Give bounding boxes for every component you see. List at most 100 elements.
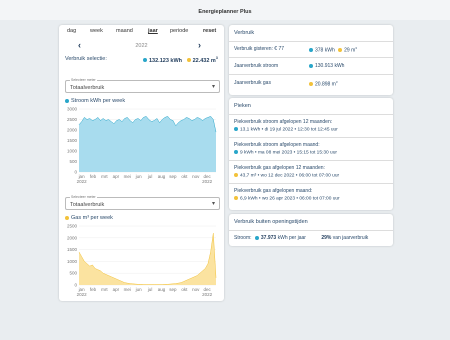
app-header: Energieplanner Plus — [0, 0, 450, 20]
gas-chart: 05001000150020002500jan2022feb mrt apr mei j… — [67, 224, 217, 297]
buiten-percent: 29% — [321, 235, 332, 241]
tab-periode[interactable]: periode — [170, 28, 188, 34]
y-tick-label: 3000 — [67, 107, 78, 112]
y-tick-label: 1500 — [67, 138, 78, 143]
buiten-percent-label: van jaarverbruik — [332, 235, 369, 241]
x-tick-label: jul — [147, 287, 153, 292]
period-tabs: dag week maand jaar periode reset — [59, 28, 224, 38]
series-area — [79, 116, 216, 172]
buiten-openingstijden-panel: Verbruik buiten openingstijden Stroom: 3… — [229, 214, 393, 246]
divider — [229, 41, 393, 42]
pieken-panel: Pieken Piekverbruik stroom afgelopen 12 … — [229, 98, 393, 210]
buiten-values: Stroom: 37.973 kWh per jaar 29% van jaar… — [234, 235, 368, 241]
gas-chart-title: Gas m³ per week — [65, 215, 113, 221]
peak-value: 9 kWh • ma 08 mei 2023 • 15:15 tot 15:30… — [234, 150, 337, 155]
divider — [229, 74, 393, 75]
pieken-title: Pieken — [234, 103, 251, 109]
meter-select-label: Selecteer meter — [70, 195, 97, 199]
app-title: Energieplanner Plus — [198, 9, 252, 15]
gas-dot-icon — [186, 58, 191, 63]
divider — [229, 183, 393, 184]
peak-value-text: 6,9 kWh • wo 26 apr 2023 • 06:00 tot 07:… — [240, 196, 340, 202]
x-tick-label: feb — [90, 287, 97, 292]
jaarverbruik-gas-unit-sup: 3 — [335, 80, 338, 84]
stroom-dot-icon — [143, 58, 147, 63]
selection-values: 132.123 kWh 22.432 m3 — [143, 56, 218, 64]
stroom-chart: 050010001500200025003000jan2022feb mrt apr… — [67, 107, 217, 184]
x-tick-label-year: 2022 — [77, 292, 88, 297]
x-tick-label: jun — [135, 287, 143, 292]
jaarverbruik-stroom-label: Jaarverbruik stroom — [234, 63, 279, 69]
x-tick-label: nov — [192, 287, 200, 292]
gisteren-gas: 29 m — [344, 47, 356, 54]
gas-legend-dot-icon — [65, 215, 69, 220]
buiten-label: Stroom: — [234, 235, 252, 241]
stroom-dot-icon — [309, 63, 313, 68]
y-tick-label: 1000 — [67, 259, 78, 264]
y-tick-label: 1500 — [67, 247, 78, 252]
peak-label: Piekverbruik gas afgelopen maand: — [234, 188, 313, 194]
meter-select-stroom[interactable]: Selecteer meter Totaalverbruik ▾ — [65, 78, 220, 93]
x-tick-label: jul — [147, 174, 153, 179]
y-tick-label: 0 — [74, 170, 77, 175]
y-tick-label: 0 — [74, 283, 77, 288]
stroom-dot-icon — [234, 150, 238, 154]
x-tick-label: jun — [135, 174, 143, 179]
gas-dot-icon — [309, 82, 313, 87]
selection-gas: 22.432 m — [192, 57, 216, 64]
jaarverbruik-gas: 20.898 m — [315, 81, 336, 88]
gas-dot-icon — [338, 48, 343, 53]
verbruik-gisteren-label: Verbruik gisteren: € 77 — [234, 46, 285, 52]
x-tick-label: mrt — [101, 174, 108, 179]
chevron-right-icon[interactable]: › — [198, 41, 201, 50]
meter-select-value: Totaalverbruik — [70, 201, 105, 208]
x-tick-label: aug — [158, 287, 166, 292]
peak-value: 13,1 kWh • di 19 jul 2022 • 12:30 tot 12… — [234, 127, 338, 132]
divider — [229, 160, 393, 161]
x-tick-label: okt — [181, 287, 188, 292]
peak-value-text: 13,1 kWh • di 19 jul 2022 • 12:30 tot 12… — [240, 127, 338, 133]
series-area — [79, 233, 216, 285]
y-tick-label: 2500 — [67, 117, 78, 122]
x-tick-label: feb — [90, 174, 97, 179]
x-tick-label: apr — [113, 174, 120, 179]
jaarverbruik-gas-label: Jaarverbruik gas — [234, 80, 271, 86]
gas-dot-icon — [234, 196, 238, 200]
x-tick-label-year: 2022 — [77, 179, 88, 184]
x-tick-label: okt — [181, 174, 188, 179]
verbruik-title: Verbruik — [234, 30, 255, 36]
x-tick-label: aug — [158, 174, 166, 179]
peak-label: Piekverbruik stroom afgelopen 12 maanden… — [234, 119, 333, 125]
meter-select-label: Selecteer meter — [70, 78, 97, 82]
x-tick-label: mei — [124, 287, 131, 292]
tab-maand[interactable]: maand — [116, 28, 133, 34]
y-tick-label: 500 — [69, 271, 77, 276]
x-tick-label-year: 2022 — [202, 292, 213, 297]
verbruik-panel: Verbruik Verbruik gisteren: € 77 378 kWh… — [229, 25, 393, 95]
selection-gas-unit-sup: 3 — [215, 56, 218, 60]
y-tick-label: 500 — [69, 159, 77, 164]
tab-week[interactable]: week — [90, 28, 103, 34]
jaarverbruik-stroom: 130.913 kWh — [315, 63, 345, 69]
y-tick-label: 2500 — [67, 224, 78, 229]
y-tick-label: 2000 — [67, 128, 78, 133]
stroom-dot-icon — [254, 235, 259, 240]
tab-jaar[interactable]: jaar — [148, 28, 158, 34]
jaarverbruik-gas-value: 20.898 m3 — [309, 80, 338, 88]
stroom-chart-title: Stroom kWh per week — [65, 98, 125, 104]
meter-select-value: Totaalverbruik — [70, 84, 105, 91]
gas-dot-icon — [234, 173, 238, 177]
stroom-dot-icon — [234, 127, 238, 131]
x-tick-label: nov — [192, 174, 200, 179]
peak-label: Piekverbruik stroom afgelopen maand: — [234, 142, 320, 148]
tab-dag[interactable]: dag — [67, 28, 76, 34]
stroom-dot-icon — [309, 48, 313, 53]
jaarverbruik-stroom-value: 130.913 kWh — [309, 63, 344, 69]
meter-select-gas[interactable]: Selecteer meter Totaalverbruik ▾ — [65, 195, 220, 210]
selection-stroom: 132.123 kWh — [149, 57, 183, 64]
buiten-title: Verbruik buiten openingstijden — [234, 219, 308, 225]
peak-value: 43,7 m³ • wo 12 dec 2022 • 06:00 tot 07:… — [234, 173, 339, 178]
divider — [229, 137, 393, 138]
reset-button[interactable]: reset — [203, 28, 216, 34]
caret-down-icon: ▾ — [211, 84, 215, 90]
